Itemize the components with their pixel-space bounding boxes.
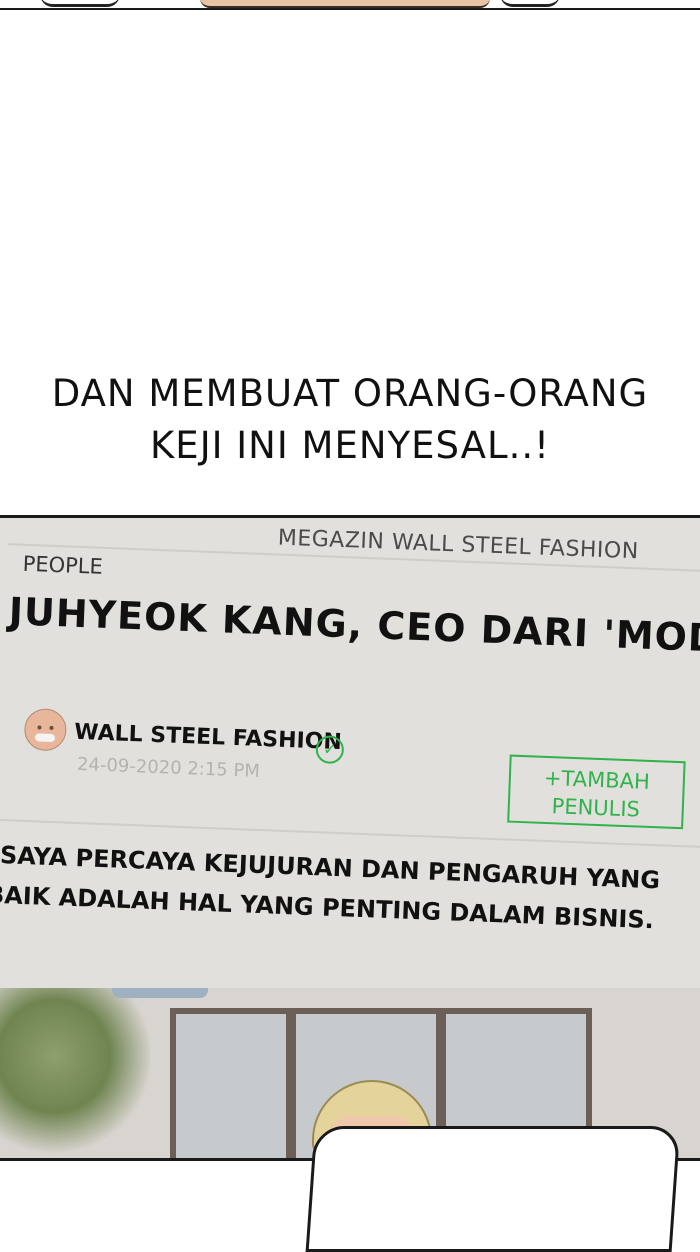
plant-foliage: [0, 988, 150, 1158]
article-headline: JUHYEOK KANG, CEO DARI 'MOD: [8, 589, 700, 661]
avatar-mustache: [34, 733, 56, 743]
hair-detail: [40, 0, 120, 7]
hair-detail-right: [500, 0, 560, 7]
previous-panel-edge: [0, 0, 700, 10]
author-name[interactable]: WALL STEEL FASHION: [74, 720, 342, 755]
window-frame: [170, 1008, 292, 1158]
next-panel-speech-bubble: [305, 1126, 681, 1252]
ceiling-lamp: [112, 988, 208, 998]
author-avatar[interactable]: [23, 707, 68, 752]
article-panel: MEGAZIN WALL STEEL FASHION PEOPLE JUHYEO…: [0, 515, 700, 1161]
article-screen: MEGAZIN WALL STEEL FASHION PEOPLE JUHYEO…: [0, 518, 700, 1067]
magazine-title: MEGAZIN WALL STEEL FASHION: [277, 525, 640, 565]
narration-line-2: KEJI INI MENYESAL..!: [150, 424, 550, 467]
avatar-eye: [49, 725, 54, 731]
check-circle-icon: ✓: [315, 735, 345, 765]
article-quote: "SAYA PERCAYA KEJUJURAN DAN PENGARUH YAN…: [0, 835, 661, 941]
avatar-eye: [37, 725, 42, 730]
follow-button-line-2: PENULIS: [551, 794, 641, 822]
category-label[interactable]: PEOPLE: [22, 552, 103, 579]
character-chin: [200, 0, 490, 8]
follow-author-button[interactable]: +TAMBAH PENULIS: [507, 754, 686, 830]
narration-text: DAN MEMBUAT ORANG-ORANG KEJI INI MENYESA…: [0, 368, 700, 472]
publish-date: 24-09-2020 2:15 PM: [76, 753, 261, 782]
narration-line-1: DAN MEMBUAT ORANG-ORANG: [51, 372, 649, 415]
